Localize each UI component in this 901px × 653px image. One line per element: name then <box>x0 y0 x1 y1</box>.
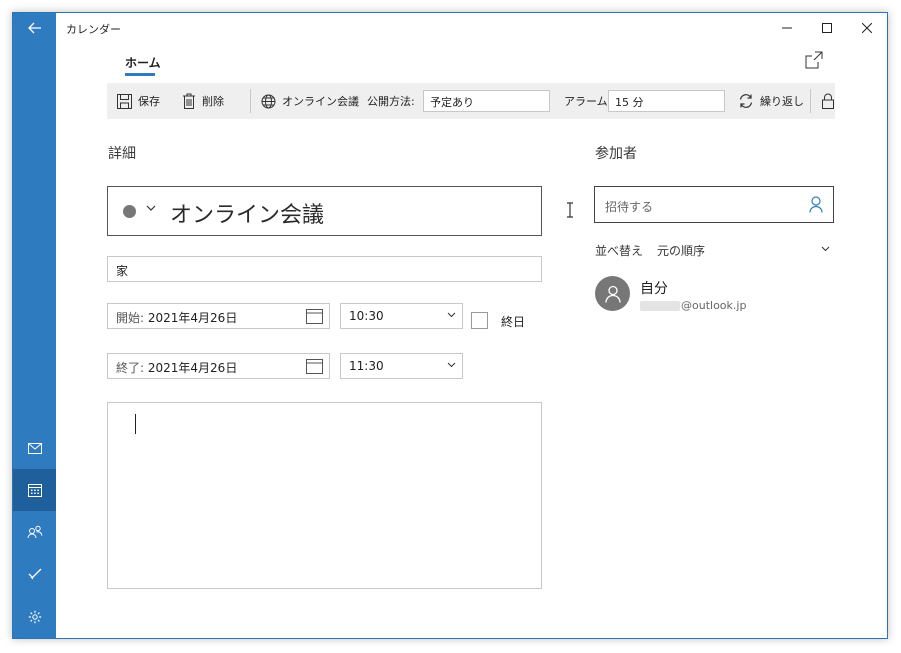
people-icon <box>27 525 42 539</box>
person-icon[interactable] <box>809 196 823 213</box>
text-cursor-icon <box>567 202 573 218</box>
location-input[interactable]: 家 <box>107 256 542 282</box>
repeat-button[interactable]: 繰り返し <box>738 83 804 119</box>
popout-icon <box>805 51 823 69</box>
nav-rail <box>13 13 56 638</box>
attendee-name: 自分 <box>640 281 668 297</box>
minimize-icon <box>782 27 792 29</box>
event-title-input[interactable]: オンライン会議 <box>107 186 573 236</box>
private-button[interactable] <box>822 83 840 119</box>
save-icon <box>117 93 132 109</box>
save-label: 保存 <box>138 95 160 108</box>
start-time-value: 10:30 <box>349 309 384 323</box>
end-date-value: 2021年4月26日 <box>147 361 238 375</box>
calendar-icon <box>27 484 42 497</box>
person-icon <box>604 285 621 303</box>
end-time-value: 11:30 <box>349 359 384 373</box>
delete-label: 削除 <box>202 95 224 108</box>
alarm-label-text: アラーム: <box>564 95 612 108</box>
tab-home[interactable]: ホーム <box>125 54 161 71</box>
visibility-value: 予定あり <box>430 96 474 109</box>
chevron-down-icon[interactable] <box>146 204 156 212</box>
repeat-label: 繰り返し <box>760 95 804 108</box>
repeat-icon <box>739 94 753 108</box>
window-title: カレンダー <box>66 23 121 36</box>
alarm-select[interactable]: 15 分 <box>608 90 725 112</box>
nav-mail[interactable] <box>13 427 56 469</box>
visibility-label-text: 公開方法: <box>367 95 415 108</box>
sort-dropdown[interactable]: 並べ替え 元の順序 <box>595 242 705 259</box>
minimize-button[interactable] <box>767 13 807 43</box>
chevron-down-icon <box>447 312 456 318</box>
end-label: 終了: <box>116 361 145 375</box>
end-date-picker[interactable]: 終了: 2021年4月26日 <box>107 353 330 379</box>
close-icon <box>862 23 872 33</box>
redacted-email-prefix <box>640 301 680 311</box>
all-day-checkbox[interactable] <box>471 312 488 329</box>
attendees-heading: 参加者 <box>595 146 637 162</box>
chevron-down-icon <box>447 362 456 368</box>
event-title-text: オンライン会議 <box>170 203 325 228</box>
maximize-icon <box>822 23 832 33</box>
toolbar-divider <box>250 89 251 113</box>
event-notes-textarea[interactable] <box>107 402 542 589</box>
invite-input[interactable]: 招待する <box>594 186 834 223</box>
nav-settings[interactable] <box>13 596 56 638</box>
back-arrow-icon <box>27 22 41 34</box>
sort-value: 元の順序 <box>657 244 706 258</box>
online-meeting-label: オンライン会議 <box>282 95 359 108</box>
visibility-select[interactable]: 予定あり <box>423 90 550 112</box>
alarm-label: アラーム: <box>564 83 611 119</box>
attendee-email: @outlook.jp <box>681 299 747 312</box>
save-button[interactable]: 保存 <box>117 83 160 119</box>
trash-icon <box>183 93 195 109</box>
invite-placeholder: 招待する <box>605 200 654 214</box>
globe-icon <box>261 94 276 108</box>
title-bar: カレンダー <box>56 13 887 43</box>
start-date-value: 2021年4月26日 <box>147 311 238 325</box>
lock-icon <box>822 93 834 109</box>
back-button[interactable] <box>13 13 56 43</box>
alarm-value: 15 分 <box>615 96 644 109</box>
visibility-label: 公開方法: <box>367 83 415 119</box>
nav-people[interactable] <box>13 511 56 553</box>
start-time-select[interactable]: 10:30 <box>340 303 463 329</box>
location-value: 家 <box>116 264 129 278</box>
maximize-button[interactable] <box>807 13 847 43</box>
start-date-picker[interactable]: 開始: 2021年4月26日 <box>107 303 330 329</box>
online-meeting-button[interactable]: オンライン会議 <box>261 83 359 119</box>
details-heading: 詳細 <box>108 146 136 162</box>
toolbar-divider <box>810 89 811 113</box>
tab-home-underline <box>125 73 155 76</box>
avatar <box>595 276 630 311</box>
delete-button[interactable]: 削除 <box>182 83 224 119</box>
popout-button[interactable] <box>805 51 825 71</box>
calendar-window: カレンダー ホーム 保存 削除 オンライン会議 公開方法: 予定あり アラーム:… <box>12 12 888 639</box>
nav-todo[interactable] <box>13 553 56 595</box>
gear-icon <box>28 610 41 624</box>
end-time-select[interactable]: 11:30 <box>340 353 463 379</box>
start-label: 開始: <box>116 311 145 325</box>
calendar-color-dot[interactable] <box>123 205 136 218</box>
text-caret <box>135 414 136 434</box>
todo-check-icon <box>28 568 41 580</box>
mail-icon <box>27 442 42 454</box>
calendar-icon <box>306 359 323 374</box>
toolbar: 保存 削除 オンライン会議 公開方法: 予定あり アラーム: 15 分 繰り返し <box>107 83 835 119</box>
close-button[interactable] <box>847 13 887 43</box>
all-day-label: 終日 <box>501 315 526 329</box>
nav-calendar[interactable] <box>13 469 56 511</box>
chevron-down-icon[interactable] <box>821 246 830 252</box>
sort-label: 並べ替え <box>595 244 644 258</box>
calendar-icon <box>306 309 323 324</box>
